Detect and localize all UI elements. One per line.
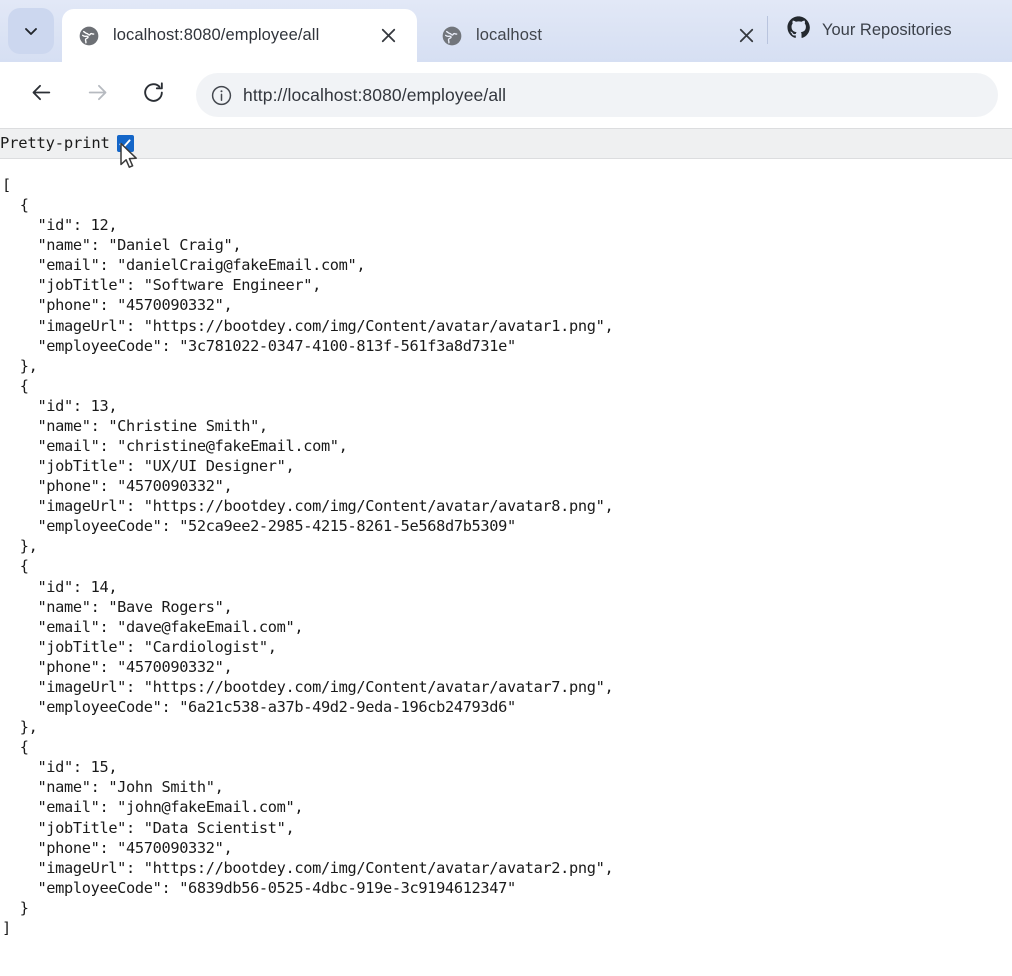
pretty-print-checkbox[interactable] bbox=[116, 135, 134, 152]
arrow-left-icon bbox=[29, 80, 54, 110]
check-icon bbox=[119, 138, 131, 148]
browser-toolbar: http://localhost:8080/employee/all bbox=[0, 62, 1012, 128]
tab-localhost-employee-all[interactable]: localhost:8080/employee/all bbox=[62, 9, 417, 62]
pretty-print-bar: Pretty-print bbox=[0, 128, 1012, 159]
info-circle-icon[interactable] bbox=[208, 82, 234, 108]
toolbar-divider bbox=[767, 16, 768, 44]
tab-title: localhost bbox=[476, 26, 543, 44]
tab-localhost[interactable]: localhost bbox=[425, 9, 775, 62]
forward-button[interactable] bbox=[76, 74, 118, 116]
tab-title: localhost:8080/employee/all bbox=[113, 26, 320, 44]
arrow-right-icon bbox=[85, 80, 110, 110]
address-bar-text[interactable]: http://localhost:8080/employee/all bbox=[243, 85, 506, 106]
tab-search-button[interactable] bbox=[8, 8, 54, 54]
bookmark-your-repositories[interactable]: Your Repositories bbox=[786, 13, 952, 47]
reload-icon bbox=[141, 80, 166, 110]
chevron-down-icon bbox=[21, 21, 41, 41]
back-button[interactable] bbox=[20, 74, 62, 116]
globe-icon bbox=[441, 25, 463, 47]
browser-window: localhost:8080/employee/all localhost Yo… bbox=[0, 0, 1012, 976]
bookmark-label: Your Repositories bbox=[822, 20, 952, 39]
json-response-viewer: [ { "id": 12, "name": "Daniel Craig", "e… bbox=[0, 160, 1012, 976]
json-response-text: [ { "id": 12, "name": "Daniel Craig", "e… bbox=[2, 176, 614, 937]
close-icon[interactable] bbox=[735, 25, 757, 47]
pretty-print-label: Pretty-print bbox=[0, 133, 110, 152]
github-icon bbox=[786, 15, 811, 45]
close-icon[interactable] bbox=[377, 25, 399, 47]
reload-button[interactable] bbox=[132, 74, 174, 116]
tab-strip: localhost:8080/employee/all localhost Yo… bbox=[0, 0, 1012, 62]
address-bar[interactable]: http://localhost:8080/employee/all bbox=[196, 73, 998, 117]
globe-icon bbox=[78, 25, 100, 47]
